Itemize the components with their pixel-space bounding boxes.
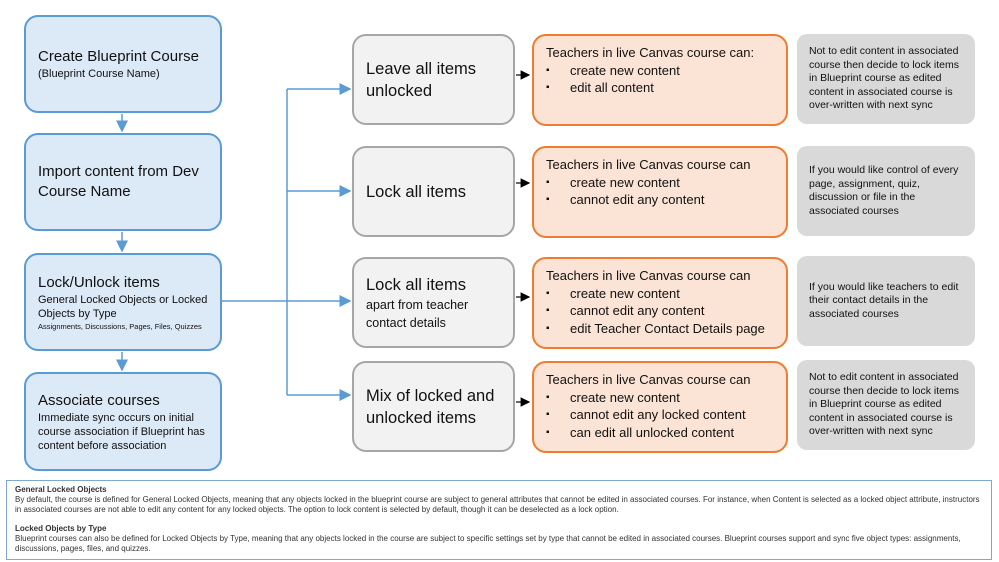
- bullet-icon: ▪: [546, 426, 550, 438]
- step-title: Import content from Dev Course Name: [38, 163, 199, 200]
- bullet-icon: ▪: [546, 409, 550, 420]
- step-subtitle: Immediate sync occurs on initial course …: [38, 411, 205, 452]
- guidance-note-box: Not to edit content in associated course…: [797, 34, 975, 124]
- footnote-box: General Locked Objects By default, the c…: [6, 480, 992, 560]
- permission-item: ▪ create new content: [546, 285, 774, 303]
- step-subtitle: General Locked Objects or Locked Objects…: [38, 293, 208, 320]
- permissions-heading: Teachers in live Canvas course can: [546, 268, 751, 283]
- guidance-note-box: If you would like teachers to edit their…: [797, 256, 975, 346]
- guidance-note-text: If you would like control of every page,…: [809, 164, 959, 217]
- permission-item: ▪ create new content: [546, 62, 774, 80]
- step-title: Create Blueprint Course: [38, 48, 199, 65]
- permission-text: create new content: [570, 174, 680, 190]
- guidance-note-text: Not to edit content in associated course…: [809, 371, 959, 438]
- permission-text: create new content: [570, 285, 680, 301]
- permission-item: ▪ cannot edit any locked content: [546, 406, 774, 424]
- permission-text: create new content: [570, 389, 680, 405]
- teacher-permissions-box: Teachers in live Canvas course can ▪ creat…: [532, 361, 788, 453]
- permission-item: ▪ can edit all unlocked content: [546, 424, 774, 442]
- step-detail: Assignments, Discussions, Pages, Files, …: [38, 321, 202, 331]
- step-title: Lock/Unlock items: [38, 273, 160, 291]
- footnote-text-general: By default, the course is defined for Ge…: [15, 495, 980, 514]
- footnote-heading-general: General Locked Objects: [15, 485, 107, 494]
- create-blueprint-course-box: Create Blueprint Course (Blueprint Cours…: [24, 15, 222, 113]
- option-box: Mix of locked and unlocked items: [352, 361, 515, 452]
- permission-text: edit all content: [570, 80, 654, 95]
- permission-item: ▪ cannot edit any content: [546, 191, 774, 209]
- permission-item: ▪ edit all content: [546, 79, 774, 97]
- permission-item: ▪ edit Teacher Contact Details page: [546, 320, 774, 338]
- permission-text: create new content: [570, 62, 680, 78]
- import-content-box: Import content from Dev Course Name: [24, 133, 222, 231]
- bullet-icon: ▪: [546, 82, 550, 93]
- step-subtitle: (Blueprint Course Name): [38, 68, 160, 80]
- bullet-icon: ▪: [546, 176, 550, 188]
- bullet-icon: ▪: [546, 322, 550, 334]
- permission-item: ▪ create new content: [546, 389, 774, 407]
- permissions-heading: Teachers in live Canvas course can:: [546, 45, 755, 60]
- option-box: Lock all items: [352, 146, 515, 237]
- bullet-icon: ▪: [546, 194, 550, 205]
- option-title: Leave all items unlocked: [366, 59, 477, 100]
- bullet-icon: ▪: [546, 391, 550, 403]
- permission-text: edit Teacher Contact Details page: [570, 320, 765, 336]
- guidance-note-text: Not to edit content in associated course…: [809, 45, 959, 112]
- guidance-note-box: Not to edit content in associated course…: [797, 360, 975, 450]
- permissions-heading: Teachers in live Canvas course can: [546, 157, 751, 172]
- permission-item: ▪ cannot edit any content: [546, 302, 774, 320]
- option-title: Lock all items: [366, 275, 466, 294]
- permissions-heading: Teachers in live Canvas course can: [546, 372, 751, 387]
- permission-text: cannot edit any content: [570, 192, 705, 207]
- teacher-permissions-box: Teachers in live Canvas course can ▪ creat…: [532, 257, 788, 349]
- footnote-text-by-type: Blueprint courses can also be defined fo…: [15, 534, 961, 553]
- guidance-note-box: If you would like control of every page,…: [797, 146, 975, 236]
- option-title: Mix of locked and unlocked items: [366, 386, 495, 427]
- guidance-note-text: If you would like teachers to edit their…: [809, 280, 959, 320]
- lock-unlock-items-box: Lock/Unlock items General Locked Objects…: [24, 253, 222, 351]
- footnote-heading-by-type: Locked Objects by Type: [15, 524, 107, 533]
- teacher-permissions-box: Teachers in live Canvas course can: ▪ crea…: [532, 34, 788, 126]
- bullet-icon: ▪: [546, 287, 550, 299]
- teacher-permissions-box: Teachers in live Canvas course can ▪ creat…: [532, 146, 788, 238]
- associate-courses-box: Associate courses Immediate sync occurs …: [24, 372, 222, 471]
- permission-text: cannot edit any locked content: [570, 407, 746, 422]
- permission-text: can edit all unlocked content: [570, 424, 735, 440]
- option-subtitle: apart from teacher contact details: [366, 297, 469, 330]
- bullet-icon: ▪: [546, 64, 550, 76]
- permission-text: cannot edit any content: [570, 303, 705, 318]
- step-title: Associate courses: [38, 391, 160, 409]
- option-title: Lock all items: [366, 182, 466, 201]
- bullet-icon: ▪: [546, 305, 550, 316]
- permission-item: ▪ create new content: [546, 174, 774, 192]
- option-box: Leave all items unlocked: [352, 34, 515, 125]
- option-box: Lock all items apart from teacher contact…: [352, 257, 515, 348]
